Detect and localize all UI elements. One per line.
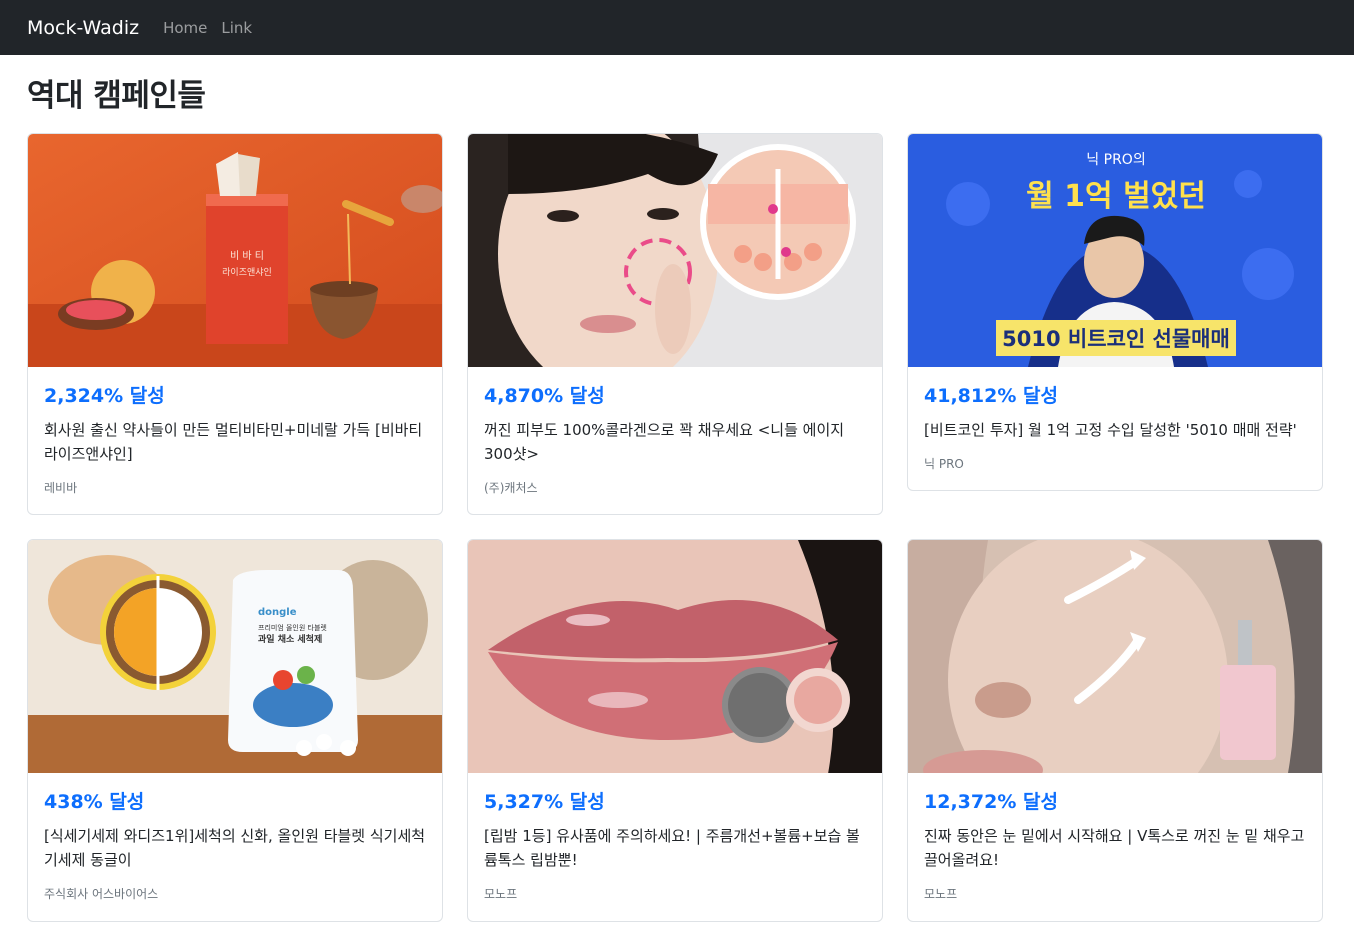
banner-badge: 5010 비트코인 선물매매 xyxy=(1002,327,1230,351)
nav-link-link[interactable]: Link xyxy=(221,19,252,37)
nav-link-home[interactable]: Home xyxy=(163,19,207,37)
maker-name: 주식회사 어스바이어스 xyxy=(44,887,159,901)
pouch-brand: dongle xyxy=(258,607,297,618)
campaign-thumbnail-collagen xyxy=(468,134,882,367)
campaign-thumbnail-vitamin: 비 바 티 라이즈앤샤인 xyxy=(28,134,442,367)
page-title: 역대 캠페인들 xyxy=(27,78,206,114)
maker-name: 모노프 xyxy=(484,887,518,901)
pouch-line1: 프리미엄 올인원 타블렛 xyxy=(258,623,327,632)
achievement-rate: 4,870% 달성 xyxy=(484,385,605,407)
campaign-title[interactable]: 회사원 출신 약사들이 만든 멀티비타민+미네랄 가득 [비바티 라이즈앤샤인] xyxy=(44,418,426,466)
campaign-card[interactable]: 4,870% 달성 꺼진 피부도 100%콜라겐으로 꽉 채우세요 <니들 에이… xyxy=(467,133,883,515)
box-label-line2: 라이즈앤샤인 xyxy=(222,267,272,278)
brand-logo-link[interactable]: Mock-Wadiz xyxy=(27,17,139,39)
campaign-card[interactable]: 닉 PRO의 월 1억 벌었던 5010 비트코인 선물매매 41,812% 달… xyxy=(907,133,1323,491)
campaign-title[interactable]: 꺼진 피부도 100%콜라겐으로 꽉 채우세요 <니들 에이지 300샷> xyxy=(484,418,866,466)
maker-name: 레비바 xyxy=(44,481,78,495)
box-label-line1: 비 바 티 xyxy=(230,250,264,262)
maker-name: (주)캐처스 xyxy=(484,481,538,495)
achievement-rate: 41,812% 달성 xyxy=(924,385,1058,407)
maker-name: 닉 PRO xyxy=(924,457,964,471)
campaign-thumbnail-ampoule xyxy=(908,540,1322,773)
top-navbar: Mock-Wadiz Home Link xyxy=(0,0,1354,55)
banner-subtitle: 닉 PRO의 xyxy=(1086,152,1145,168)
campaign-thumbnail-lipbalm xyxy=(468,540,882,773)
achievement-rate: 2,324% 달성 xyxy=(44,385,165,407)
campaign-title[interactable]: [식세기세제 와디즈1위]세척의 신화, 올인원 타블렛 식기세척기세제 동글이 xyxy=(44,824,426,872)
campaign-card[interactable]: 5,327% 달성 [립밤 1등] 유사품에 주의하세요! | 주름개선+볼륨+… xyxy=(467,539,883,922)
campaign-title[interactable]: 진짜 동안은 눈 밑에서 시작해요 | V톡스로 꺼진 눈 밑 채우고 끌어올려… xyxy=(924,824,1306,872)
campaign-title[interactable]: [비트코인 투자] 월 1억 고정 수입 달성한 '5010 매매 전략' xyxy=(924,418,1306,442)
campaign-thumbnail-dishwasher: dongle 프리미엄 올인원 타블렛 과일 채소 세척제 xyxy=(28,540,442,773)
maker-name: 모노프 xyxy=(924,887,958,901)
achievement-rate: 5,327% 달성 xyxy=(484,791,605,813)
pouch-line2: 과일 채소 세척제 xyxy=(258,633,322,645)
campaign-card[interactable]: dongle 프리미엄 올인원 타블렛 과일 채소 세척제 438% 달성 [식… xyxy=(27,539,443,922)
campaign-card[interactable]: 12,372% 달성 진짜 동안은 눈 밑에서 시작해요 | V톡스로 꺼진 눈… xyxy=(907,539,1323,922)
achievement-rate: 12,372% 달성 xyxy=(924,791,1058,813)
achievement-rate: 438% 달성 xyxy=(44,791,145,813)
campaign-thumbnail-bitcoin: 닉 PRO의 월 1억 벌었던 5010 비트코인 선물매매 xyxy=(908,134,1322,367)
campaign-title[interactable]: [립밤 1등] 유사품에 주의하세요! | 주름개선+볼륨+보습 볼륨톡스 립밤… xyxy=(484,824,866,872)
banner-headline: 월 1억 벌었던 xyxy=(1026,179,1206,214)
campaign-card[interactable]: 비 바 티 라이즈앤샤인 2,324% 달성 회사원 출신 약사들이 만든 멀티… xyxy=(27,133,443,515)
